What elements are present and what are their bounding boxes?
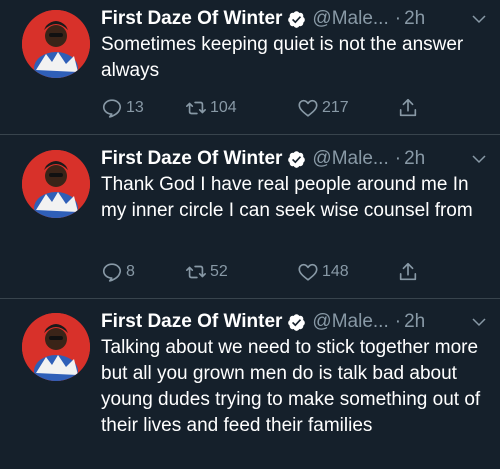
timestamp[interactable]: 2h [404, 8, 425, 30]
tweet-text: Talking about we need to stick together … [101, 337, 481, 436]
like-button[interactable]: 217 [297, 96, 349, 120]
author-name[interactable]: First Daze Of Winter [101, 148, 282, 170]
like-icon [297, 97, 319, 119]
tweet-actions: 8 52 148 [101, 260, 461, 284]
tweet[interactable]: First Daze Of Winter @Male... · 2h Somet… [0, 0, 500, 134]
reply-button[interactable]: 8 [101, 260, 135, 284]
reply-icon [101, 261, 123, 283]
verified-badge-icon [287, 313, 306, 332]
tweet[interactable]: First Daze Of Winter @Male... · 2h Talki… [0, 298, 500, 469]
timestamp[interactable]: 2h [404, 311, 425, 333]
like-count: 148 [322, 263, 349, 280]
timestamp[interactable]: 2h [404, 148, 425, 170]
separator-dot: · [394, 8, 402, 29]
retweet-count: 52 [210, 263, 228, 280]
author-handle[interactable]: @Male... [312, 8, 388, 30]
tweet-actions: 13 104 217 [101, 96, 461, 120]
tweet-text: Sometimes keeping quiet is not the answe… [101, 34, 464, 81]
avatar[interactable] [22, 10, 90, 78]
verified-badge-icon [287, 150, 306, 169]
reply-icon [101, 97, 123, 119]
like-icon [297, 261, 319, 283]
avatar[interactable] [22, 313, 90, 381]
reply-count: 8 [126, 263, 135, 280]
share-icon [397, 261, 419, 283]
share-button[interactable] [397, 260, 419, 284]
author-handle[interactable]: @Male... [312, 311, 388, 333]
chevron-down-icon[interactable] [470, 313, 488, 331]
avatar[interactable] [22, 150, 90, 218]
retweet-button[interactable]: 52 [185, 260, 228, 284]
retweet-icon [185, 97, 207, 119]
share-icon [397, 97, 419, 119]
reply-button[interactable]: 13 [101, 96, 144, 120]
like-count: 217 [322, 99, 349, 116]
retweet-button[interactable]: 104 [185, 96, 237, 120]
author-name[interactable]: First Daze Of Winter [101, 8, 282, 30]
author-handle[interactable]: @Male... [312, 148, 388, 170]
author-name[interactable]: First Daze Of Winter [101, 311, 282, 333]
share-button[interactable] [397, 96, 419, 120]
like-button[interactable]: 148 [297, 260, 349, 284]
retweet-icon [185, 261, 207, 283]
separator-dot: · [394, 148, 402, 169]
reply-count: 13 [126, 99, 144, 116]
chevron-down-icon[interactable] [470, 10, 488, 28]
tweet[interactable]: First Daze Of Winter @Male... · 2h Thank… [0, 134, 500, 298]
separator-dot: · [394, 311, 402, 332]
verified-badge-icon [287, 10, 306, 29]
retweet-count: 104 [210, 99, 237, 116]
chevron-down-icon[interactable] [470, 150, 488, 168]
tweet-text: Thank God I have real people around me I… [101, 174, 473, 221]
